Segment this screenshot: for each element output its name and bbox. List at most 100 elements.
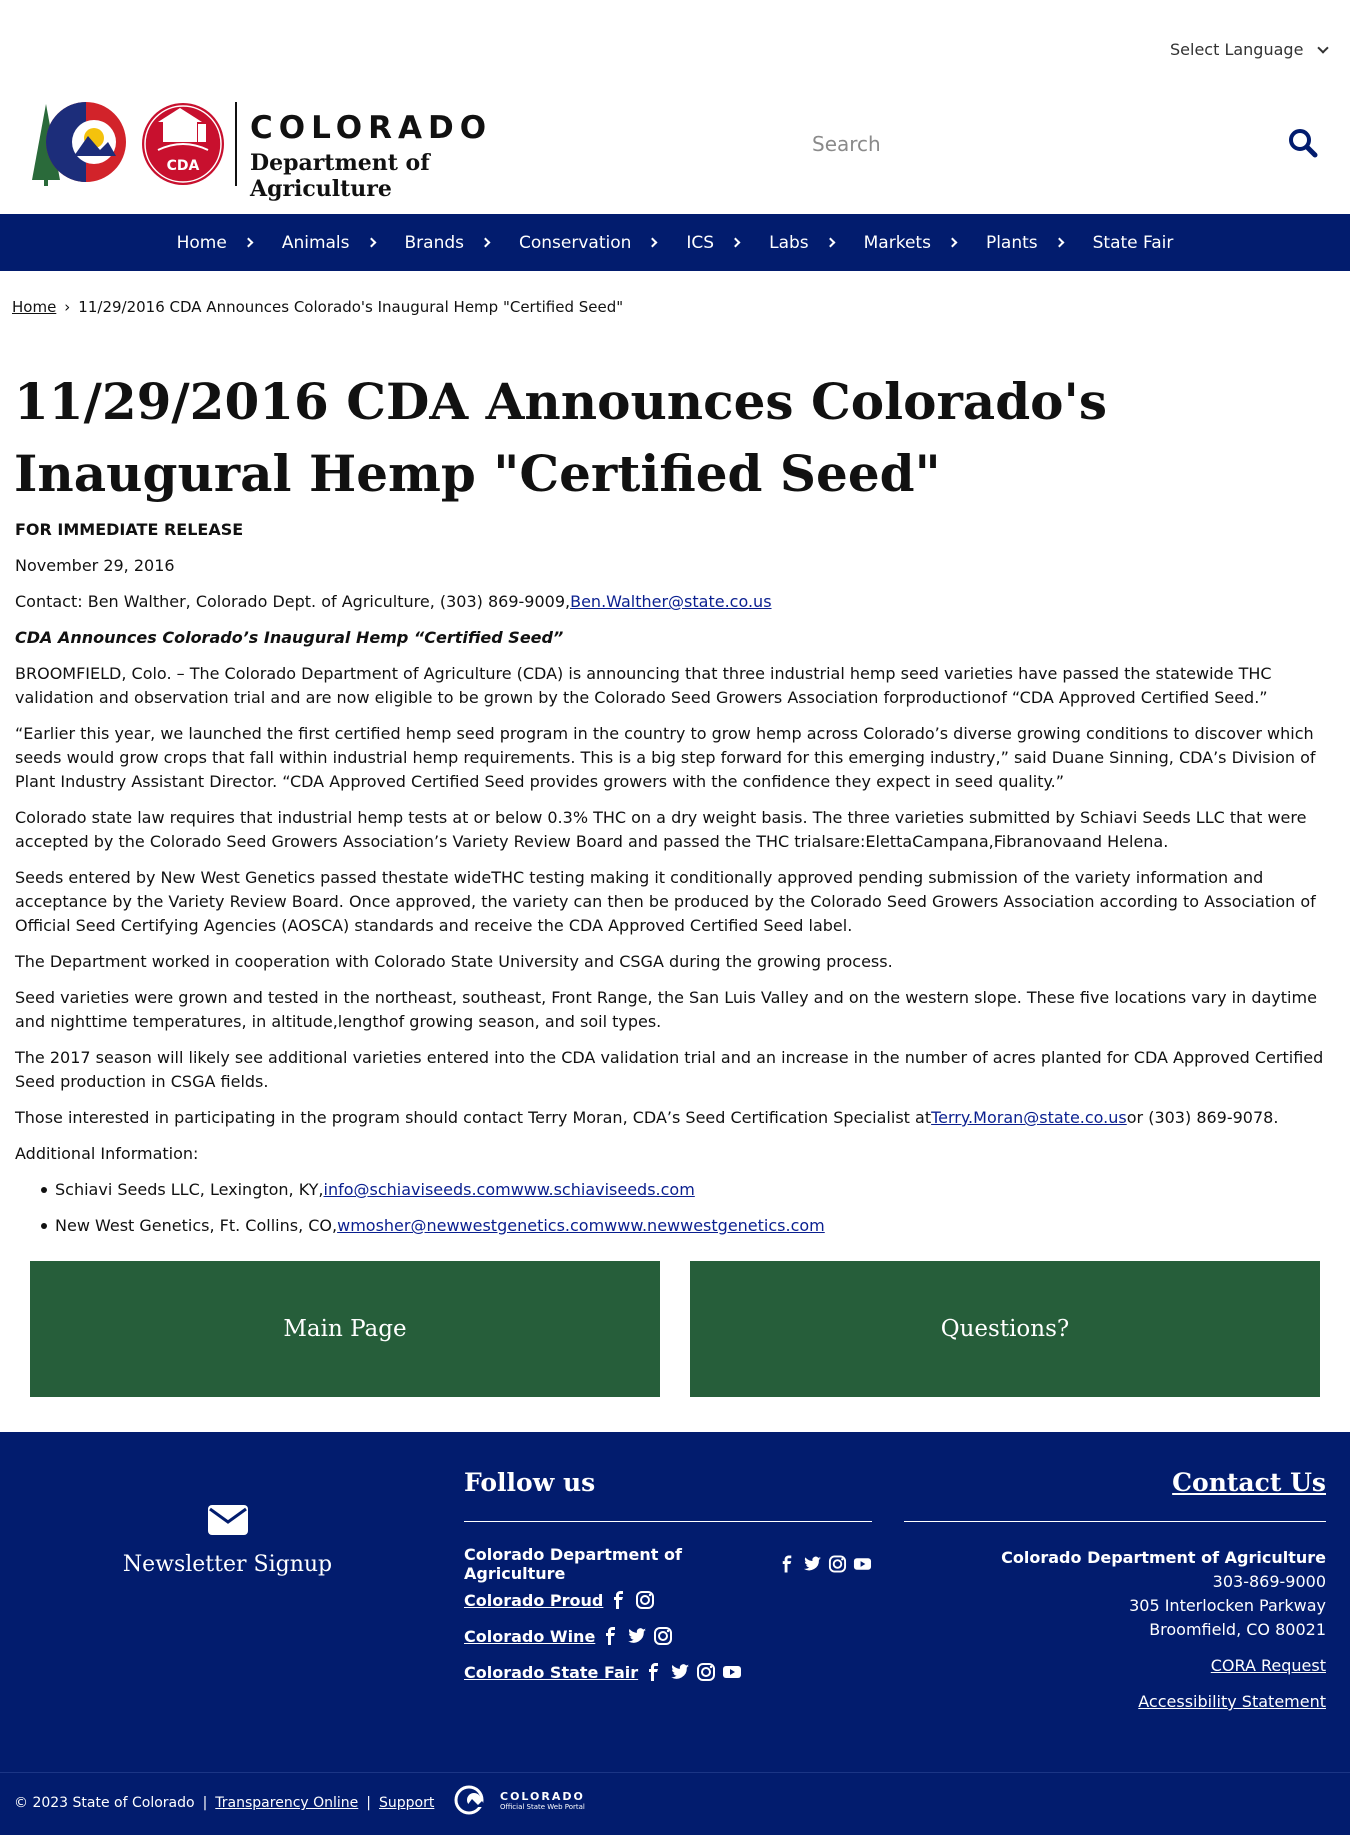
facebook-icon[interactable] <box>609 1590 629 1610</box>
breadcrumb-home-link[interactable]: Home <box>12 298 56 316</box>
separator: | <box>202 1795 208 1811</box>
site-footer: Newsletter Signup Follow us Colorado Dep… <box>0 1432 1350 1772</box>
language-select[interactable]: Select Language <box>1170 40 1330 59</box>
newwest-link[interactable]: wmosher@newwestgenetics.comwww.newwestge… <box>337 1216 825 1235</box>
separator: | <box>366 1795 372 1811</box>
instagram-icon[interactable] <box>635 1590 655 1610</box>
instagram-icon[interactable] <box>828 1554 847 1574</box>
follow-row-state-fair: Colorado State Fair <box>464 1654 872 1690</box>
chevron-down-icon <box>1317 41 1330 54</box>
release-label: FOR IMMEDIATE RELEASE <box>15 520 244 539</box>
instagram-icon[interactable] <box>653 1626 673 1646</box>
chevron-right-icon <box>243 237 254 248</box>
instagram-icon[interactable] <box>696 1662 716 1682</box>
paragraph-5: The Department worked in cooperation wit… <box>15 952 893 971</box>
contact-street: 305 Interlocken Parkway <box>1129 1596 1326 1615</box>
nav-item-labs[interactable]: Labs <box>769 233 864 253</box>
portal-subtitle: Official State Web Portal <box>500 1802 585 1811</box>
logo-divider <box>235 102 237 186</box>
list-item: Schiavi Seeds LLC, Lexington, KY,info@sc… <box>41 1178 1335 1202</box>
release-date: November 29, 2016 <box>15 556 175 575</box>
logo-subtitle: Department of Agriculture <box>250 150 430 202</box>
youtube-icon[interactable] <box>853 1554 872 1574</box>
chevron-right-icon <box>480 237 491 248</box>
chevron-right-icon <box>647 237 658 248</box>
follow-us-section: Follow us Colorado Department of Agricul… <box>464 1468 872 1690</box>
facebook-icon[interactable] <box>601 1626 621 1646</box>
follow-title: Follow us <box>464 1468 872 1522</box>
youtube-icon[interactable] <box>722 1662 742 1682</box>
search-button[interactable] <box>1288 128 1322 162</box>
contact-line: Contact: Ben Walther, Colorado Dept. of … <box>15 592 772 611</box>
main-nav: Home Animals Brands Conservation ICS Lab… <box>0 214 1350 271</box>
colorado-c-logo-icon: CDA <box>32 102 224 186</box>
svg-text:CDA: CDA <box>167 158 200 174</box>
contact-section: Contact Us Colorado Department of Agricu… <box>904 1468 1326 1714</box>
nav-item-ics[interactable]: ICS <box>686 233 769 253</box>
follow-label-cda: Colorado Department of Agriculture <box>464 1545 682 1583</box>
nav-item-animals[interactable]: Animals <box>282 233 405 253</box>
contact-org: Colorado Department of Agriculture <box>1001 1548 1326 1567</box>
colorado-state-fair-link[interactable]: Colorado State Fair <box>464 1663 638 1682</box>
follow-row-wine: Colorado Wine <box>464 1618 872 1654</box>
chevron-right-icon <box>730 237 741 248</box>
nav-item-markets[interactable]: Markets <box>864 233 986 253</box>
chevron-right-icon <box>366 237 376 248</box>
nav-item-conservation[interactable]: Conservation <box>519 233 686 253</box>
colorado-portal-icon <box>454 1785 486 1815</box>
additional-info-label: Additional Information: <box>15 1144 199 1163</box>
search-input[interactable] <box>812 122 1252 166</box>
paragraph-8: Those interested in participating in the… <box>15 1108 1279 1127</box>
newsletter-signup[interactable]: Newsletter Signup <box>110 1504 345 1577</box>
contact-phone: 303-869-9000 <box>1212 1572 1326 1591</box>
follow-row-proud: Colorado Proud <box>464 1582 872 1618</box>
paragraph-1: BROOMFIELD, Colo. – The Colorado Departm… <box>15 664 1272 707</box>
facebook-icon[interactable] <box>778 1554 797 1574</box>
article-body: FOR IMMEDIATE RELEASE November 29, 2016 … <box>15 518 1335 1250</box>
chevron-right-icon <box>947 237 958 248</box>
state-portal-logo[interactable]: COLORADO Official State Web Portal <box>454 1785 585 1815</box>
breadcrumb-current: 11/29/2016 CDA Announces Colorado's Inau… <box>78 298 624 316</box>
page-title: 11/29/2016 CDA Announces Colorado's Inau… <box>14 372 1107 503</box>
cda-logo[interactable]: CDA COLORADO Department of Agriculture <box>28 100 548 202</box>
paragraph-6: Seed varieties were grown and tested in … <box>15 988 1317 1031</box>
search-bar <box>812 122 1322 166</box>
nav-item-state-fair[interactable]: State Fair <box>1093 233 1174 253</box>
language-select-label: Select Language <box>1170 40 1304 59</box>
chevron-right-icon <box>825 237 836 248</box>
paragraph-2: “Earlier this year, we launched the firs… <box>15 724 1316 791</box>
cora-request-link[interactable]: CORA Request <box>904 1654 1326 1678</box>
questions-button[interactable]: Questions? <box>690 1261 1320 1397</box>
paragraph-4: Seeds entered by New West Genetics passe… <box>15 868 1316 935</box>
transparency-link[interactable]: Transparency Online <box>215 1795 358 1811</box>
article-headline: CDA Announces Colorado’s Inaugural Hemp … <box>15 628 564 647</box>
schiavi-link[interactable]: info@schiaviseeds.comwww.schiaviseeds.co… <box>324 1180 695 1199</box>
chevron-right-icon <box>1054 237 1065 248</box>
portal-title: COLORADO <box>500 1789 585 1803</box>
nav-item-plants[interactable]: Plants <box>986 233 1093 253</box>
contact-email-link[interactable]: Ben.Walther@state.co.us <box>570 592 771 611</box>
colorado-proud-link[interactable]: Colorado Proud <box>464 1591 603 1610</box>
envelope-icon <box>207 1505 248 1535</box>
list-item: New West Genetics, Ft. Collins, CO,wmosh… <box>41 1214 1335 1238</box>
nav-item-brands[interactable]: Brands <box>405 233 520 253</box>
twitter-icon[interactable] <box>627 1626 647 1646</box>
nav-item-home[interactable]: Home <box>177 233 282 253</box>
paragraph-7: The 2017 season will likely see addition… <box>15 1048 1324 1091</box>
facebook-icon[interactable] <box>644 1662 664 1682</box>
accessibility-link[interactable]: Accessibility Statement <box>904 1690 1326 1714</box>
twitter-icon[interactable] <box>803 1554 822 1574</box>
search-icon <box>1289 129 1318 158</box>
support-link[interactable]: Support <box>379 1795 434 1811</box>
colorado-wine-link[interactable]: Colorado Wine <box>464 1627 595 1646</box>
newsletter-label: Newsletter Signup <box>122 1552 333 1577</box>
bottom-bar: © 2023 State of Colorado | Transparency … <box>0 1772 1350 1835</box>
main-page-button[interactable]: Main Page <box>30 1261 660 1397</box>
follow-row-cda: Colorado Department of Agriculture <box>464 1545 872 1583</box>
logo-title: COLORADO <box>250 110 493 146</box>
breadcrumb-separator: › <box>64 298 71 316</box>
contact-title[interactable]: Contact Us <box>904 1468 1326 1522</box>
twitter-icon[interactable] <box>670 1662 690 1682</box>
terry-moran-email-link[interactable]: Terry.Moran@state.co.us <box>931 1108 1127 1127</box>
breadcrumb: Home › 11/29/2016 CDA Announces Colorado… <box>12 298 623 316</box>
